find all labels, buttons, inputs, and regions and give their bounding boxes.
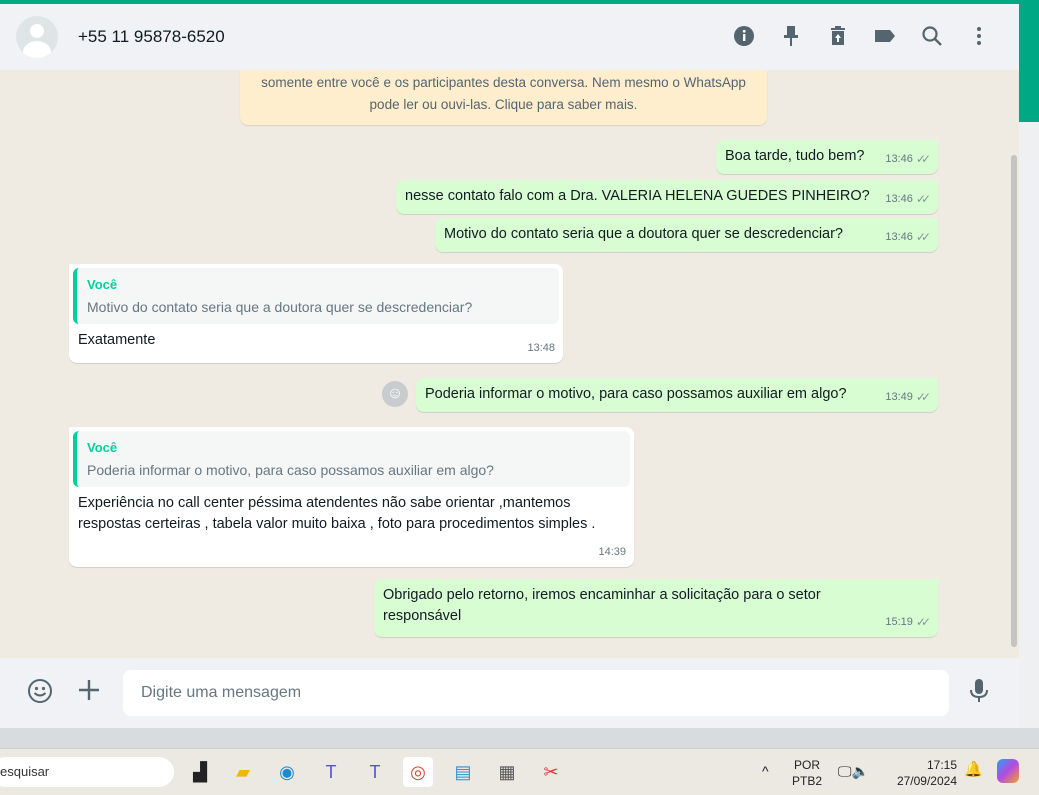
- quote-text: Poderia informar o motivo, para caso pos…: [87, 462, 494, 478]
- quoted-message[interactable]: Você Poderia informar o motivo, para cas…: [73, 431, 630, 487]
- quote-text: Motivo do contato seria que a doutora qu…: [87, 299, 473, 315]
- double-check-icon: ✓✓: [915, 390, 931, 404]
- message-outgoing[interactable]: Poderia informar o motivo, para caso pos…: [416, 378, 938, 412]
- message-incoming[interactable]: Você Poderia informar o motivo, para cas…: [69, 427, 634, 567]
- double-check-icon: ✓✓: [915, 192, 931, 206]
- message-outgoing[interactable]: Motivo do contato seria que a doutora qu…: [435, 218, 938, 252]
- microphone-icon[interactable]: [969, 678, 989, 711]
- info-icon[interactable]: [732, 24, 756, 48]
- window-edge: [1019, 0, 1039, 122]
- message-outgoing[interactable]: nesse contato falo com a Dra. VALERIA HE…: [396, 180, 938, 214]
- tray-chevron-icon[interactable]: ^: [762, 763, 769, 779]
- windows-taskbar: esquisar ▟ ▰ ◉ T T ◎ ▤ ▦ ✂ ^ POR PTB2 🖵🔈 …: [0, 748, 1039, 795]
- message-input[interactable]: Digite uma mensagem: [123, 670, 949, 716]
- notice-line: pode ler ou ouvi-las. Clique para saber …: [369, 97, 638, 112]
- message-time: 14:39: [598, 546, 626, 558]
- teams-icon[interactable]: T: [316, 757, 346, 787]
- message-text: Experiência no call center péssima atend…: [78, 495, 596, 532]
- emoji-reaction-button[interactable]: ☺: [382, 381, 408, 407]
- composer: Digite uma mensagem: [0, 658, 1019, 728]
- chat-area: somente entre você e os participantes de…: [0, 70, 1019, 658]
- notice-line: somente entre você e os participantes de…: [261, 75, 746, 90]
- taskbar-search[interactable]: esquisar: [0, 757, 174, 787]
- message-time: 13:48: [527, 342, 555, 354]
- language-indicator[interactable]: POR PTB2: [792, 757, 822, 789]
- quote-author: Você: [87, 277, 118, 292]
- message-text: Motivo do contato seria que a doutora qu…: [444, 226, 843, 242]
- lang-code: POR: [794, 758, 821, 772]
- double-check-icon: ✓✓: [915, 230, 931, 244]
- delete-icon[interactable]: [826, 24, 850, 48]
- snipping-tool-icon[interactable]: ✂: [536, 757, 566, 787]
- network-volume-icon[interactable]: 🖵🔈: [838, 763, 869, 779]
- chat-header: +55 11 95878-6520: [0, 4, 1019, 70]
- emoji-icon[interactable]: [27, 678, 53, 711]
- double-check-icon: ✓✓: [915, 152, 931, 166]
- keyboard-layout: PTB2: [792, 774, 823, 788]
- clock-date: 27/09/2024: [896, 774, 957, 788]
- double-check-icon: ✓✓: [915, 615, 931, 629]
- message-text: Exatamente: [78, 332, 156, 348]
- search-label: esquisar: [0, 764, 50, 779]
- teams-new-icon[interactable]: T: [360, 757, 390, 787]
- task-view-icon[interactable]: ▟: [185, 757, 215, 787]
- chrome-icon[interactable]: ◎: [403, 757, 433, 787]
- file-explorer-icon[interactable]: ▰: [228, 757, 258, 787]
- pin-icon[interactable]: [779, 24, 803, 48]
- message-time: 13:49: [885, 391, 913, 403]
- avatar[interactable]: [16, 16, 58, 58]
- contact-name[interactable]: +55 11 95878-6520: [78, 27, 225, 47]
- notepad-icon[interactable]: ▤: [448, 757, 478, 787]
- notification-bell-icon[interactable]: 🔔: [964, 762, 983, 778]
- attach-plus-icon[interactable]: [77, 678, 101, 709]
- menu-icon[interactable]: [967, 24, 991, 48]
- message-text: nesse contato falo com a Dra. VALERIA HE…: [405, 188, 870, 204]
- calculator-icon[interactable]: ▦: [492, 757, 522, 787]
- message-outgoing[interactable]: Obrigado pelo retorno, iremos encaminhar…: [374, 579, 938, 637]
- clock-time: 17:15: [926, 758, 957, 772]
- quote-author: Você: [87, 440, 118, 455]
- message-outgoing[interactable]: Boa tarde, tudo bem? 13:46 ✓✓: [716, 140, 938, 174]
- window-edge-gray: [1019, 122, 1039, 728]
- scrollbar[interactable]: [1011, 155, 1017, 647]
- search-icon[interactable]: [920, 24, 944, 48]
- clock[interactable]: 17:15 27/09/2024: [893, 757, 957, 789]
- encryption-notice[interactable]: somente entre você e os participantes de…: [240, 70, 767, 125]
- quoted-message[interactable]: Você Motivo do contato seria que a douto…: [73, 268, 559, 324]
- message-time: 15:19: [885, 616, 913, 628]
- copilot-icon[interactable]: [997, 759, 1019, 783]
- edge-icon[interactable]: ◉: [272, 757, 302, 787]
- message-text: Poderia informar o motivo, para caso pos…: [425, 386, 847, 402]
- message-incoming[interactable]: Você Motivo do contato seria que a douto…: [69, 264, 563, 363]
- message-time: 13:46: [885, 153, 913, 165]
- message-text: Obrigado pelo retorno, iremos encaminhar…: [383, 587, 821, 624]
- label-icon[interactable]: [873, 24, 897, 48]
- message-time: 13:46: [885, 231, 913, 243]
- message-time: 13:46: [885, 193, 913, 205]
